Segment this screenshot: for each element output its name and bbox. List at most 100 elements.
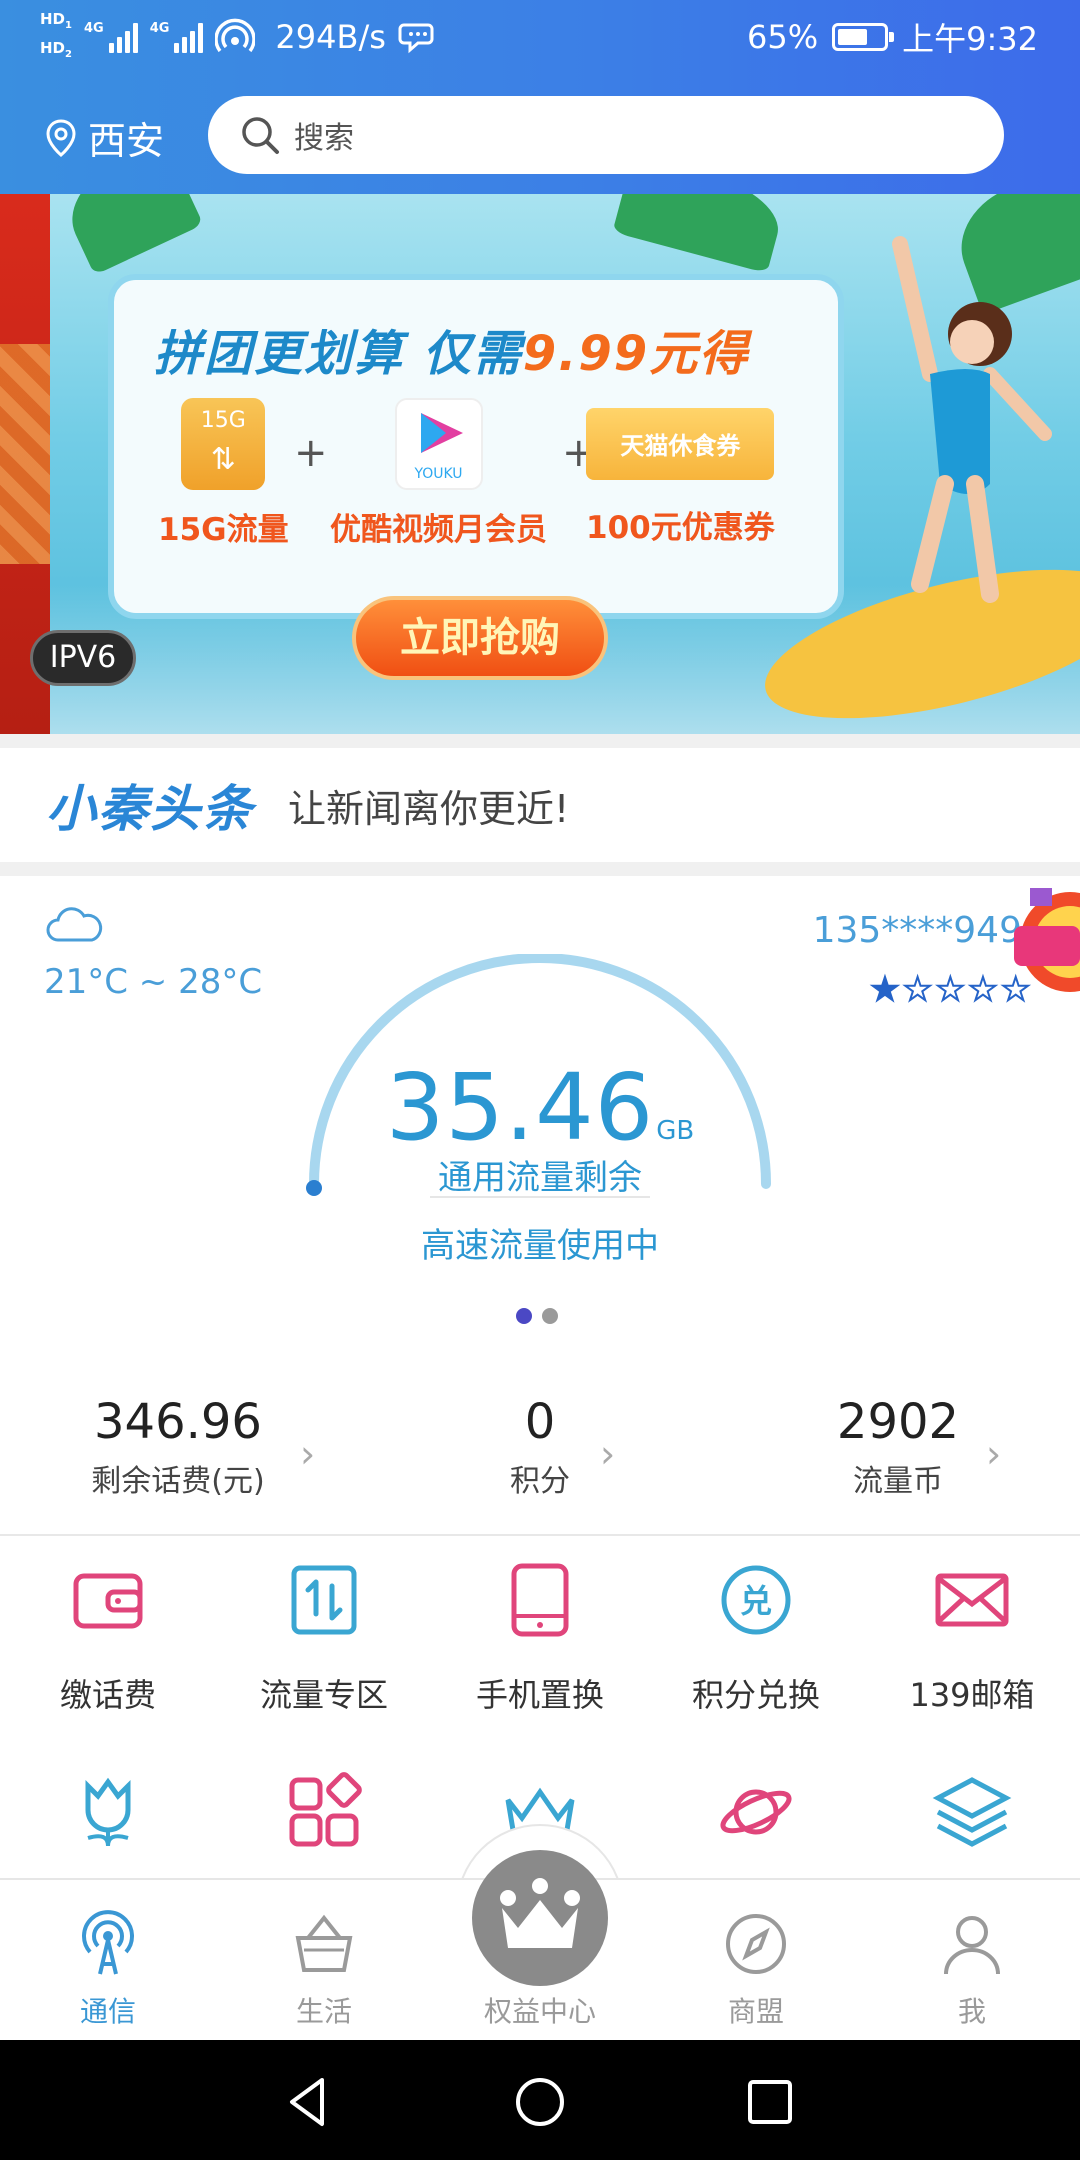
stat-data-coins[interactable]: 2902 流量币 ›	[748, 1394, 1048, 1500]
lottery-promo-icon[interactable]	[1010, 882, 1080, 1002]
nav-tab-telecom[interactable]: 通信	[0, 1910, 216, 2030]
points-value: 0	[524, 1394, 556, 1450]
header: HD1 HD2 4G 4G 294B/s 65% 上午9:32 西安 搜索	[0, 0, 1080, 194]
shortcut-row2-item[interactable]	[216, 1772, 432, 1856]
usage-pager	[516, 1308, 558, 1324]
promo-product-data: 15G ⇅ 15G流量	[158, 398, 289, 549]
ipv6-badge: IPV6	[30, 630, 136, 686]
chevron-right-icon: ›	[300, 1432, 316, 1476]
shortcut-label: 139邮箱	[909, 1676, 1035, 1714]
compass-icon	[726, 1914, 786, 1974]
signal-icon: 4G	[150, 21, 204, 53]
chevron-right-icon: ›	[600, 1432, 616, 1476]
location-selector[interactable]: 西安	[44, 110, 164, 165]
palm-leaf-decoration	[612, 194, 788, 274]
shortcut-row2-item[interactable]	[0, 1772, 216, 1856]
nav-label: 通信	[79, 1995, 136, 2028]
remaining-data-value: 35.46	[385, 1054, 655, 1161]
battery-percent: 65%	[747, 18, 819, 56]
account-stats: 346.96 剩余话费(元) › 0 积分 › 2902 流量币 ›	[0, 1394, 1080, 1514]
svg-text:兑: 兑	[740, 1582, 772, 1620]
swimmer-illustration	[892, 236, 1052, 603]
shortcut-pay-bill[interactable]: 缴话费	[0, 1560, 216, 1716]
network-type-2: 4G	[149, 21, 170, 36]
hotspot-icon	[215, 18, 256, 53]
shortcut-phone-trade-in[interactable]: 手机置换	[432, 1560, 648, 1716]
member-star-rating: ★ ★ ★ ★ ★	[870, 969, 1031, 1009]
chevron-right-icon: ›	[986, 1432, 1002, 1476]
star-icon: ★	[870, 969, 901, 1009]
data-status: 高速流量使用中	[421, 1226, 659, 1266]
news-tagline: 让新闻离你更近!	[288, 786, 570, 831]
palm-leaf-decoration	[56, 194, 204, 276]
mail-icon	[935, 1573, 1009, 1627]
planet-icon	[720, 1789, 792, 1835]
weather-widget[interactable]: 21°C ~ 28°C	[44, 904, 262, 1002]
basket-icon	[295, 1914, 353, 1972]
balance-label: 剩余话费(元)	[91, 1464, 265, 1499]
remaining-data-label: 通用流量剩余	[438, 1158, 642, 1198]
nav-label: 商盟	[727, 1995, 784, 2028]
stat-points[interactable]: 0 积分 ›	[390, 1394, 690, 1500]
section-gap	[0, 734, 1080, 748]
promo-product-coupon: 天猫休食券 100元优惠券	[586, 398, 775, 547]
status-left: HD1 HD2 4G 4G 294B/s	[40, 8, 438, 66]
shortcut-points-redeem[interactable]: 兑 积分兑换	[648, 1560, 864, 1716]
crown-icon	[500, 1878, 580, 1948]
battery-icon	[832, 23, 895, 51]
nav-tab-benefits-center[interactable]	[472, 1850, 608, 1986]
shortcut-label: 积分兑换	[691, 1676, 820, 1714]
points-label: 积分	[510, 1464, 570, 1499]
cloud-icon	[46, 907, 103, 942]
hd2-badge: HD2	[40, 39, 72, 60]
news-logo: 小秦头条	[46, 780, 254, 838]
usage-page-dot[interactable]	[542, 1308, 558, 1324]
phone-icon	[511, 1563, 569, 1637]
battery-fill	[838, 29, 868, 45]
data-package-icon: 15G ⇅	[181, 398, 266, 490]
signal-icon: 4G	[84, 21, 138, 53]
promo-product-youku: YOUKU 优酷视频月会员	[330, 398, 547, 549]
nav-tab-life[interactable]: 生活	[216, 1910, 432, 2030]
product2-label: 优酷视频月会员	[330, 512, 547, 548]
search-bar[interactable]: 搜索	[208, 96, 1004, 174]
back-icon[interactable]	[280, 2074, 336, 2130]
status-right: 65% 上午9:32	[747, 14, 1038, 60]
nav-tab-merchants[interactable]: 商盟	[648, 1910, 864, 2030]
layers-icon	[932, 1777, 1012, 1847]
product1-label: 15G流量	[158, 512, 289, 548]
data-coins-label: 流量币	[853, 1464, 943, 1499]
buy-now-button[interactable]: 立即抢购	[352, 596, 608, 680]
shortcut-data-zone[interactable]: 流量专区	[216, 1560, 432, 1716]
shortcut-row2-item[interactable]	[864, 1772, 1080, 1856]
star-icon: ★	[935, 969, 966, 1009]
stat-balance[interactable]: 346.96 剩余话费(元) ›	[28, 1394, 328, 1500]
phone-number: 135****949	[812, 910, 1022, 951]
shortcut-139-mail[interactable]: 139邮箱	[864, 1560, 1080, 1716]
youku-logo-icon: YOUKU	[394, 398, 483, 490]
clock: 上午9:32	[902, 20, 1038, 58]
news-headline-bar[interactable]: 小秦头条 让新闻离你更近!	[0, 748, 1080, 862]
status-bar: HD1 HD2 4G 4G 294B/s 65% 上午9:32	[0, 0, 1080, 74]
balance-value: 346.96	[94, 1394, 262, 1450]
section-gap	[0, 862, 1080, 876]
divider	[0, 1534, 1080, 1536]
recents-icon[interactable]	[742, 2074, 798, 2130]
plus-sign: +	[294, 430, 328, 476]
location-pin-icon	[46, 118, 76, 157]
broadcast-icon	[82, 1910, 134, 1975]
remaining-data[interactable]: 35.46GB	[0, 1054, 1080, 1161]
shortcut-row2-item[interactable]	[648, 1772, 864, 1856]
remaining-data-unit: GB	[656, 1116, 695, 1146]
redeem-icon: 兑	[721, 1565, 791, 1635]
usage-page-dot[interactable]	[516, 1308, 532, 1324]
apps-icon	[289, 1772, 362, 1847]
data-coins-value: 2902	[836, 1394, 960, 1450]
star-icon: ★	[968, 969, 999, 1009]
promo-title: 拼团更划算 仅需9.99元得	[154, 326, 750, 382]
nav-tab-me[interactable]: 我	[864, 1910, 1080, 2030]
home-icon[interactable]	[512, 2074, 568, 2130]
data-transfer-icon	[291, 1565, 357, 1635]
star-icon: ★	[902, 969, 933, 1009]
temperature-range: 21°C ~ 28°C	[44, 962, 263, 1002]
